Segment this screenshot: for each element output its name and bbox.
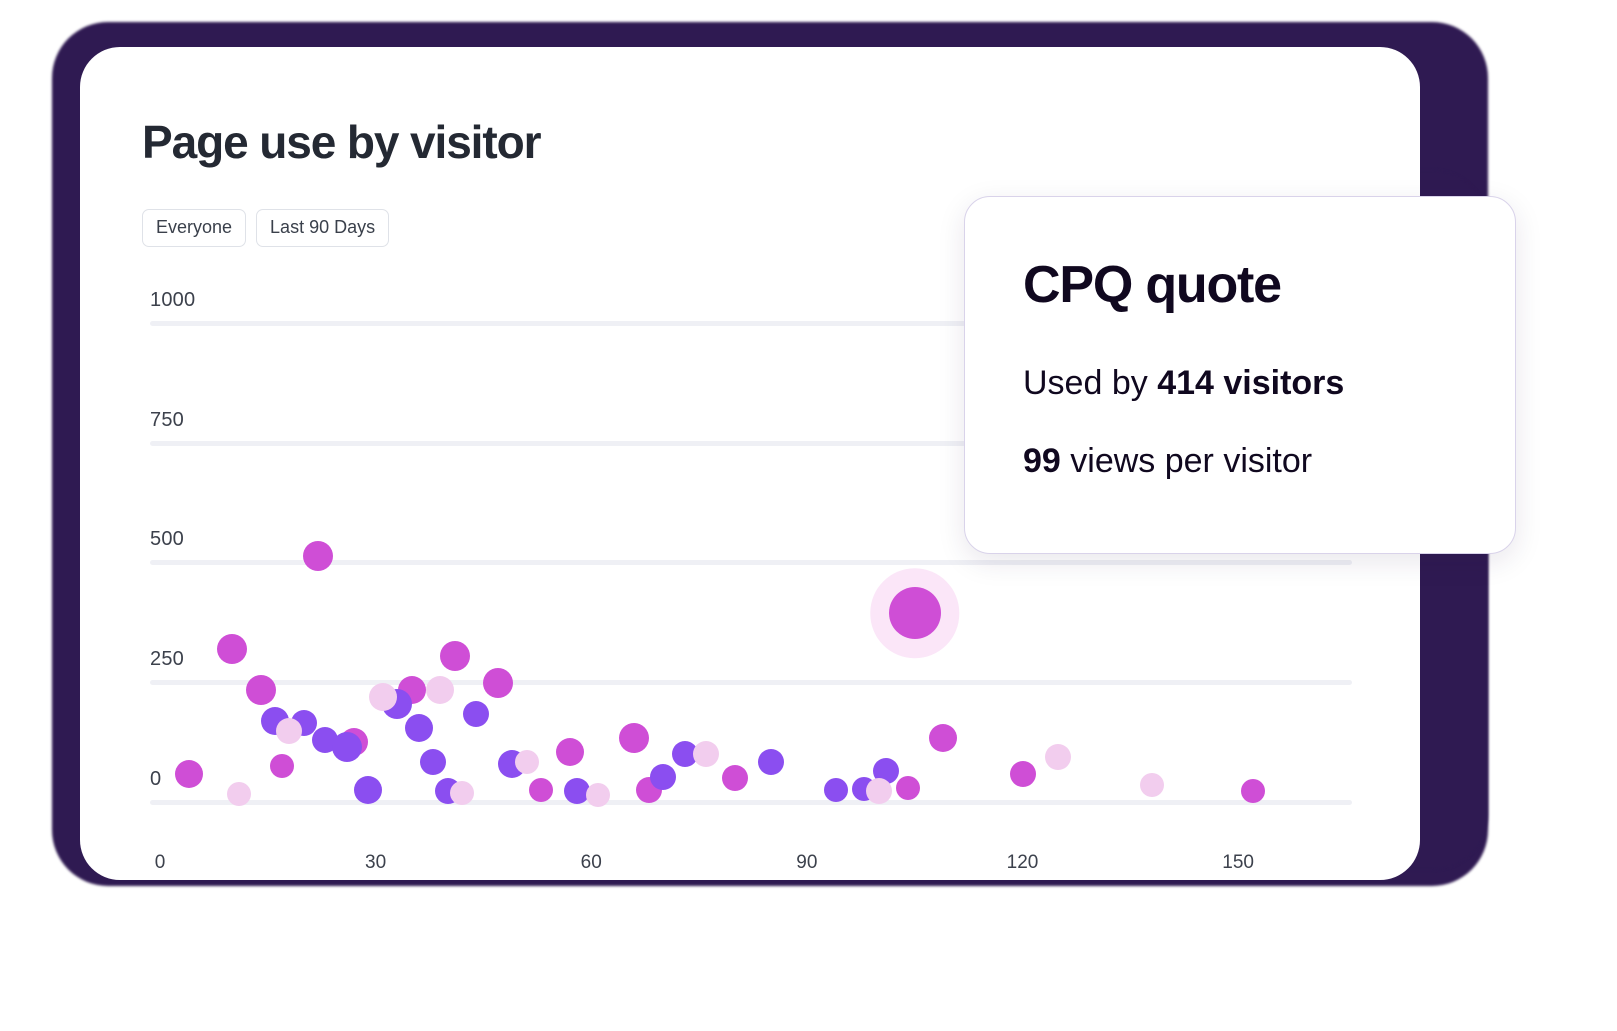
scatter-point[interactable]: [555, 738, 584, 767]
scatter-point[interactable]: [1009, 760, 1036, 787]
screenshot-root: Page use by visitor Everyone Last 90 Day…: [0, 0, 1617, 1031]
scatter-point[interactable]: [823, 778, 848, 803]
scatter-point[interactable]: [514, 749, 539, 774]
x-tick-label: 60: [580, 852, 602, 873]
scatter-point[interactable]: [174, 759, 203, 788]
scatter-point[interactable]: [722, 765, 748, 792]
scatter-point[interactable]: [216, 634, 247, 665]
tooltip-title: CPQ quote: [1023, 256, 1282, 314]
x-tick-label: 0: [154, 852, 166, 873]
tooltip-views-suffix: views per visitor: [1060, 442, 1313, 480]
scatter-point[interactable]: [463, 700, 490, 727]
scatter-point[interactable]: [439, 641, 470, 672]
scatter-point[interactable]: [420, 748, 447, 775]
scatter-point[interactable]: [276, 717, 303, 744]
page-title: Page use by visitor: [142, 116, 541, 168]
x-tick-label: 90: [796, 852, 818, 873]
scatter-point[interactable]: [354, 776, 383, 805]
scatter-point[interactable]: [368, 682, 397, 711]
scatter-point[interactable]: [895, 776, 920, 801]
x-tick-label: 120: [1006, 852, 1039, 873]
scatter-point[interactable]: [303, 540, 334, 571]
x-tick-label: 30: [365, 852, 387, 873]
scatter-point[interactable]: [1139, 772, 1164, 797]
scatter-point[interactable]: [1240, 779, 1265, 804]
x-tick-label: 150: [1222, 852, 1254, 873]
scatter-point[interactable]: [331, 732, 362, 763]
scatter-point[interactable]: [757, 748, 784, 775]
scatter-point[interactable]: [426, 675, 455, 704]
filter-chip-everyone[interactable]: Everyone: [142, 209, 247, 247]
scatter-point-selected[interactable]: [888, 587, 941, 640]
scatter-point[interactable]: [449, 780, 474, 805]
tooltip-visitors-prefix: Used by: [1023, 364, 1158, 402]
filter-chip-group: Everyone Last 90 Days: [142, 209, 390, 247]
scatter-point[interactable]: [693, 741, 720, 768]
tooltip-visitors-value: 414 visitors: [1157, 364, 1345, 402]
scatter-point[interactable]: [528, 778, 553, 803]
scatter-point[interactable]: [865, 778, 892, 805]
tooltip-views-value: 99: [1023, 442, 1061, 480]
filter-chip-date-range[interactable]: Last 90 Days: [256, 209, 390, 247]
scatter-point[interactable]: [586, 783, 611, 808]
scatter-point[interactable]: [245, 674, 276, 705]
scatter-point[interactable]: [404, 714, 433, 743]
x-axis-ticks: 0 30 60 90 120 150: [142, 852, 1352, 892]
scatter-point[interactable]: [227, 782, 252, 807]
tooltip-views-line: 99 views per visitor: [1023, 442, 1313, 480]
scatter-point[interactable]: [1045, 743, 1072, 770]
scatter-point[interactable]: [270, 754, 295, 779]
datapoint-tooltip-card: CPQ quote Used by 414 visitors 99 views …: [964, 196, 1516, 554]
scatter-point[interactable]: [619, 722, 650, 753]
tooltip-visitors-line: Used by 414 visitors: [1023, 364, 1345, 402]
scatter-point[interactable]: [482, 667, 513, 698]
scatter-point[interactable]: [929, 723, 958, 752]
scatter-point[interactable]: [650, 763, 677, 790]
